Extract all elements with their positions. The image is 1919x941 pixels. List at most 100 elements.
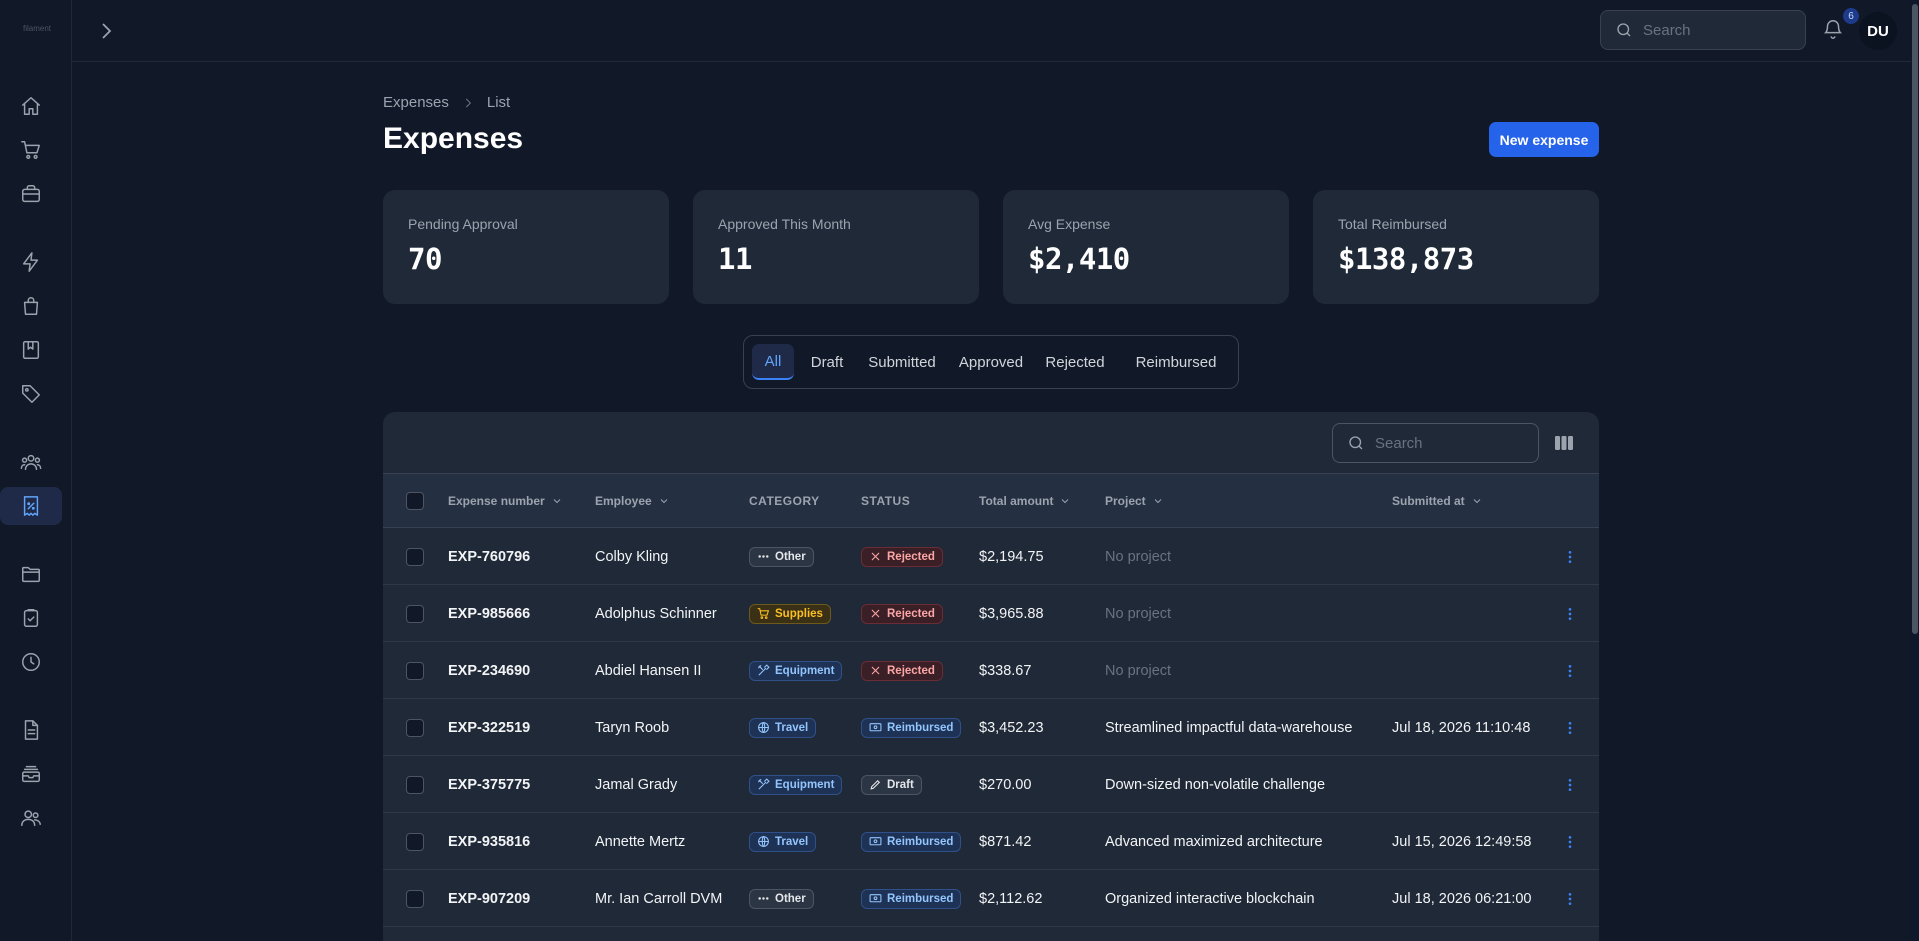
stat-label: Pending Approval (408, 216, 518, 232)
row-checkbox[interactable] (406, 718, 424, 737)
stat-card-total-reimbursed: Total Reimbursed $138,873 (1313, 190, 1599, 304)
select-all-checkbox[interactable] (406, 492, 424, 510)
sidebar-item-briefcase[interactable] (0, 175, 62, 213)
row-checkbox[interactable] (406, 775, 424, 794)
status-label: Reimbursed (887, 721, 954, 734)
row-actions-button[interactable] (1562, 756, 1578, 813)
pencil-icon (869, 778, 882, 791)
sidebar: filament (0, 0, 72, 941)
column-employee[interactable]: Employee (595, 474, 670, 528)
category-label: Equipment (775, 778, 835, 791)
tab-reimbursed[interactable]: Reimbursed (1120, 344, 1232, 380)
table-row[interactable]: EXP-907209 Mr. Ian Carroll DVM Other Rei… (383, 870, 1599, 927)
wrench-screwdriver-icon (757, 778, 770, 791)
category-badge: Supplies (749, 603, 831, 624)
status-badge: Reimbursed (861, 888, 962, 909)
sidebar-item-user-group[interactable] (0, 443, 62, 481)
employee-name: Adolphus Schinner (595, 605, 717, 622)
table-search[interactable] (1332, 423, 1539, 463)
status-label: Draft (887, 778, 914, 791)
app-logo[interactable]: filament (20, 24, 54, 33)
row-actions-button[interactable] (1562, 642, 1578, 699)
sidebar-item-inbox-stack[interactable] (0, 755, 62, 793)
ellipsis-vertical-icon (1568, 664, 1572, 677)
tab-all[interactable]: All (752, 344, 794, 380)
home-icon (22, 97, 40, 115)
tab-approved[interactable]: Approved (952, 344, 1030, 380)
category-label: Other (775, 550, 806, 563)
status-label: Reimbursed (887, 835, 954, 848)
table-row[interactable]: EXP-375775 Jamal Grady Equipment Draft $… (383, 756, 1599, 813)
chevron-down-icon (1062, 499, 1069, 504)
table-search-input[interactable] (1375, 434, 1515, 452)
column-project[interactable]: Project (1105, 474, 1164, 528)
row-checkbox[interactable] (406, 661, 424, 680)
column-toggle-button[interactable] (1554, 433, 1574, 453)
tab-draft[interactable]: Draft (802, 344, 852, 380)
submitted-at: Jul 18, 2026 06:21:00 (1392, 890, 1532, 907)
total-amount: $871.42 (979, 833, 1032, 850)
status-badge: Rejected (861, 546, 943, 567)
sidebar-item-expenses[interactable] (0, 487, 62, 525)
sidebar-expand-button[interactable] (94, 19, 118, 43)
sidebar-item-clipboard[interactable] (0, 599, 62, 637)
page-scrollbar-thumb[interactable] (1912, 4, 1918, 634)
employee-name: Jamal Grady (595, 776, 678, 793)
new-expense-button[interactable]: New expense (1489, 122, 1599, 157)
employee-name: Taryn Roob (595, 719, 670, 736)
sidebar-item-shopping-bag[interactable] (0, 287, 62, 325)
expense-number: EXP-935816 (448, 833, 531, 850)
chevron-down-icon (1154, 499, 1162, 504)
sidebar-item-users[interactable] (0, 799, 62, 837)
table-row[interactable]: EXP-322519 Taryn Roob Travel Reimbursed … (383, 699, 1599, 756)
table-row[interactable]: EXP-935816 Annette Mertz Travel Reimburs… (383, 813, 1599, 870)
row-checkbox[interactable] (406, 604, 424, 623)
chevron-right-icon (102, 23, 112, 39)
table-header: Expense number Employee CATEGORY STATUS … (383, 474, 1599, 528)
shopping-bag-icon (23, 297, 39, 315)
column-label: Project (1105, 494, 1146, 508)
table-row[interactable]: EXP-985666 Adolphus Schinner Supplies Re… (383, 585, 1599, 642)
table-row[interactable]: EXP-760796 Colby Kling Other Rejected $2… (383, 528, 1599, 585)
sidebar-item-folder[interactable] (0, 555, 62, 593)
sidebar-item-home[interactable] (0, 87, 62, 125)
tab-rejected[interactable]: Rejected (1038, 344, 1112, 380)
user-avatar[interactable]: DU (1859, 12, 1897, 50)
sidebar-item-document[interactable] (0, 711, 62, 749)
expense-number: EXP-322519 (448, 719, 531, 736)
project-name: Advanced maximized architecture (1105, 833, 1323, 850)
row-actions-button[interactable] (1562, 585, 1578, 642)
x-mark-icon (869, 550, 882, 563)
project-name: No project (1105, 662, 1172, 679)
sidebar-item-cart[interactable] (0, 131, 62, 169)
dots-horizontal-icon (757, 550, 770, 563)
row-checkbox[interactable] (406, 547, 424, 566)
column-expense-number[interactable]: Expense number (448, 474, 563, 528)
row-checkbox[interactable] (406, 832, 424, 851)
wrench-screwdriver-icon (757, 664, 770, 677)
sidebar-item-tag[interactable] (0, 375, 62, 413)
category-label: Supplies (775, 607, 823, 620)
global-search[interactable] (1600, 10, 1806, 50)
expenses-table: Expense number Employee CATEGORY STATUS … (383, 412, 1599, 941)
page-title: Expenses (383, 122, 524, 155)
sidebar-item-clock[interactable] (0, 643, 62, 681)
ellipsis-vertical-icon (1568, 607, 1572, 620)
category-badge: Travel (749, 717, 817, 738)
row-actions-button[interactable] (1562, 699, 1578, 756)
row-actions-button[interactable] (1562, 528, 1578, 585)
row-actions-button[interactable] (1562, 813, 1578, 870)
column-total-amount[interactable]: Total amount (979, 474, 1071, 528)
status-label: Rejected (887, 607, 935, 620)
row-checkbox[interactable] (406, 889, 424, 908)
global-search-input[interactable] (1643, 21, 1783, 39)
notifications-button[interactable] (1822, 18, 1846, 42)
sidebar-item-book[interactable] (0, 331, 62, 369)
breadcrumb-expenses[interactable]: Expenses (383, 94, 449, 111)
ellipsis-vertical-icon (1568, 778, 1572, 791)
row-actions-button[interactable] (1562, 870, 1578, 927)
tab-submitted[interactable]: Submitted (860, 344, 944, 380)
column-submitted-at[interactable]: Submitted at (1392, 474, 1483, 528)
table-row[interactable]: EXP-234690 Abdiel Hansen II Equipment Re… (383, 642, 1599, 699)
sidebar-item-bolt[interactable] (0, 243, 62, 281)
